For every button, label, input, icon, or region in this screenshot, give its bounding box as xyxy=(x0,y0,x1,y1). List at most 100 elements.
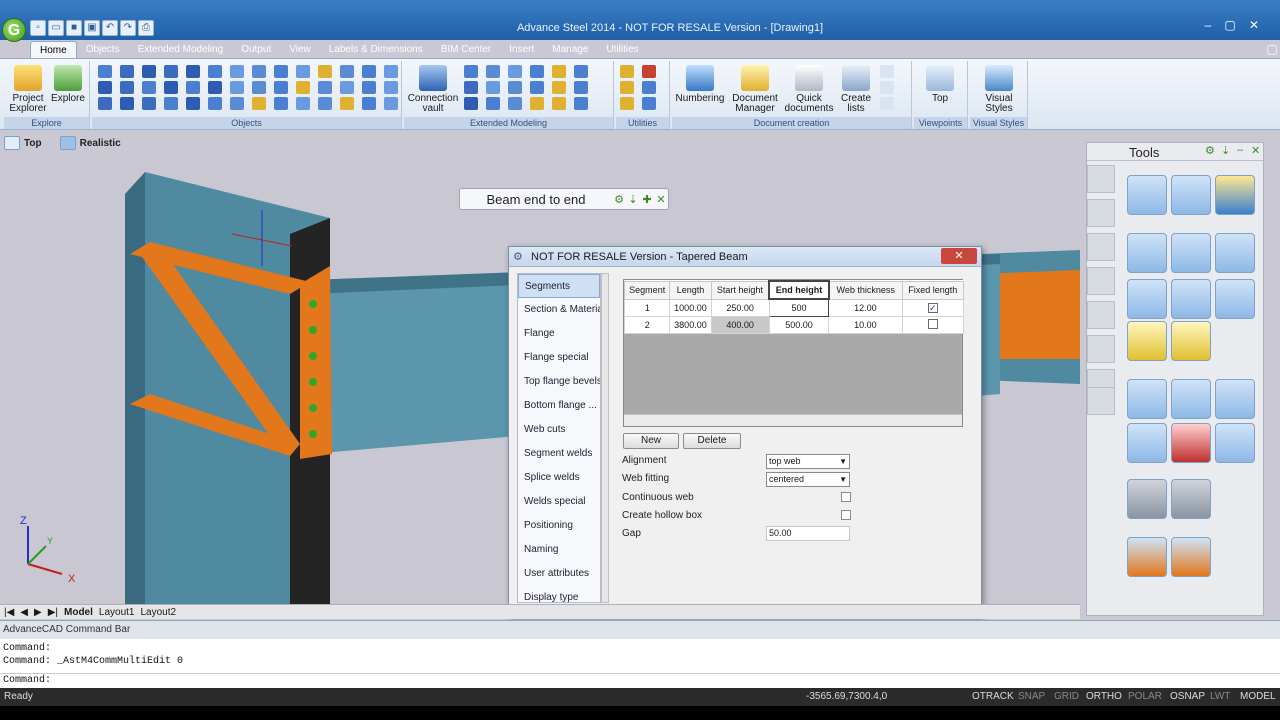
joint-props-icon[interactable] xyxy=(574,65,588,78)
nav-segment-welds[interactable]: Segment welds xyxy=(518,442,600,466)
cell-web-thickness[interactable]: 12.00 xyxy=(828,298,903,317)
tab-layout2[interactable]: Layout2 xyxy=(140,607,176,618)
cylinder-icon[interactable] xyxy=(340,97,354,110)
cage-icon[interactable] xyxy=(508,97,522,110)
nav-top-flange-bevels[interactable]: Top flange bevels xyxy=(518,370,600,394)
settings-icon[interactable]: ⚙ xyxy=(612,193,626,206)
col-length[interactable]: Length xyxy=(669,280,712,300)
dxf-icon[interactable] xyxy=(880,81,894,94)
tab-insert[interactable]: Insert xyxy=(500,41,543,59)
toggle-polar[interactable]: POLAR xyxy=(1128,688,1162,706)
stiffener-icon[interactable] xyxy=(186,97,200,110)
library-icon[interactable] xyxy=(574,97,588,110)
tool-bolt-grid-icon[interactable] xyxy=(1171,321,1211,361)
weld-icon[interactable] xyxy=(362,65,376,78)
update-icon[interactable] xyxy=(552,65,566,78)
rect-plate-icon[interactable] xyxy=(274,65,288,78)
document-manager-button[interactable]: Document Manager xyxy=(730,65,780,114)
gusset-icon[interactable] xyxy=(208,97,222,110)
numbering-button[interactable]: Numbering xyxy=(674,65,726,104)
cell-segment[interactable]: 1 xyxy=(623,298,671,317)
tool-beam-section-icon[interactable] xyxy=(1127,175,1167,215)
tab-bim-center[interactable]: BIM Center xyxy=(432,41,501,59)
new-file-icon[interactable]: ▫ xyxy=(30,20,46,36)
next-layout-icon[interactable]: ▶ xyxy=(34,607,42,618)
cell-fixed-length[interactable]: ✓ xyxy=(901,298,965,317)
tool-category-stair-icon[interactable] xyxy=(1087,387,1115,415)
joint-icon[interactable] xyxy=(530,65,544,78)
nav-flange[interactable]: Flange xyxy=(518,322,600,346)
tool-bolt-group-icon[interactable] xyxy=(1215,279,1255,319)
grid-horizontal-scrollbar[interactable] xyxy=(624,414,962,426)
marker-icon[interactable] xyxy=(642,65,656,78)
cell-web-thickness[interactable]: 10.00 xyxy=(828,315,903,334)
grid-icon[interactable] xyxy=(340,65,354,78)
nav-user-attributes[interactable]: User attributes xyxy=(518,562,600,586)
tool-haunch-icon[interactable] xyxy=(1127,537,1167,577)
tab-layout1[interactable]: Layout1 xyxy=(99,607,135,618)
tab-labels-dimensions[interactable]: Labels & Dimensions xyxy=(320,41,432,59)
nav-splice-welds[interactable]: Splice welds xyxy=(518,466,600,490)
tube-icon[interactable] xyxy=(142,97,156,110)
tool-category-pen-icon[interactable] xyxy=(1087,165,1115,193)
nav-scrollbar[interactable] xyxy=(601,273,609,603)
quick-documents-button[interactable]: Quick documents xyxy=(784,65,834,114)
tool-connect-icon[interactable] xyxy=(1127,423,1167,463)
tool-disconnect-icon[interactable] xyxy=(1171,423,1211,463)
shear-stud-icon[interactable] xyxy=(384,65,398,78)
transfer-icon[interactable] xyxy=(552,97,566,110)
flat-bar-icon[interactable] xyxy=(208,81,222,94)
railing-icon[interactable] xyxy=(384,97,398,110)
cell-start-height[interactable]: 250.00 xyxy=(710,298,770,317)
plate-icon[interactable] xyxy=(230,65,244,78)
cell-start-height[interactable]: 400.00 xyxy=(710,315,770,334)
arc-beam-icon[interactable] xyxy=(120,81,134,94)
print-icon[interactable]: ⎙ xyxy=(138,20,154,36)
tab-extended-modeling[interactable]: Extended Modeling xyxy=(129,41,233,59)
toggle-lwt[interactable]: LWT xyxy=(1210,688,1230,706)
tool-bolt-pattern-icon[interactable] xyxy=(1127,321,1167,361)
gap-input[interactable]: 50.00 xyxy=(766,526,850,541)
portal-frame-icon[interactable] xyxy=(486,65,500,78)
merge-icon[interactable] xyxy=(384,81,398,94)
tab-objects[interactable]: Objects xyxy=(77,41,129,59)
beam-end-to-end-toolbar[interactable]: Beam end to end ⚙ ⇣ ✚ ✕ xyxy=(459,188,669,210)
first-layout-icon[interactable]: |◀ xyxy=(4,607,14,618)
hole-icon[interactable] xyxy=(252,81,266,94)
tool-weld-group-icon[interactable] xyxy=(1171,379,1211,419)
toggle-snap[interactable]: SNAP xyxy=(1018,688,1045,706)
polybeam-icon[interactable] xyxy=(208,65,222,78)
last-layout-icon[interactable]: ▶| xyxy=(48,607,58,618)
fixed-length-checkbox[interactable]: ✓ xyxy=(927,302,938,313)
poly-plate-icon[interactable] xyxy=(296,65,310,78)
weld-joint-icon[interactable] xyxy=(530,97,544,110)
column-base-icon[interactable] xyxy=(464,97,478,110)
tool-category-beam-icon[interactable] xyxy=(1087,267,1115,295)
tool-search-section-icon[interactable] xyxy=(1171,175,1211,215)
cell-end-height-editing[interactable]: 500 xyxy=(768,298,830,317)
bolt-pattern-icon[interactable] xyxy=(252,65,266,78)
stair-icon[interactable] xyxy=(362,97,376,110)
toggle-otrack[interactable]: OTRACK xyxy=(972,688,1014,706)
continuous-web-checkbox[interactable] xyxy=(841,492,851,502)
col-web-thickness[interactable]: Web thickness xyxy=(828,280,903,300)
camera-icon[interactable] xyxy=(252,97,266,110)
toggle-model[interactable]: MODEL xyxy=(1240,688,1276,706)
visual-style-name[interactable]: Realistic xyxy=(80,138,121,149)
copy-joint-icon[interactable] xyxy=(574,81,588,94)
rail-icon[interactable] xyxy=(486,81,500,94)
table-icon[interactable] xyxy=(642,97,656,110)
purlin-icon[interactable] xyxy=(164,81,178,94)
tab-model[interactable]: Model xyxy=(64,607,93,618)
app-logo-icon[interactable]: G xyxy=(2,18,26,42)
spiral-icon[interactable] xyxy=(508,81,522,94)
cell-fixed-length[interactable] xyxy=(901,315,965,334)
toggle-ortho[interactable]: ORTHO xyxy=(1086,688,1122,706)
dialog-close-button[interactable]: ✕ xyxy=(941,248,977,264)
search-icon[interactable] xyxy=(620,65,634,78)
close-icon[interactable]: ✕ xyxy=(1251,144,1260,157)
tool-rotate-icon[interactable] xyxy=(1127,479,1167,519)
cell-segment[interactable]: 2 xyxy=(623,315,671,334)
beam-icon[interactable] xyxy=(142,65,156,78)
delete-segment-button[interactable]: Delete xyxy=(683,433,741,449)
